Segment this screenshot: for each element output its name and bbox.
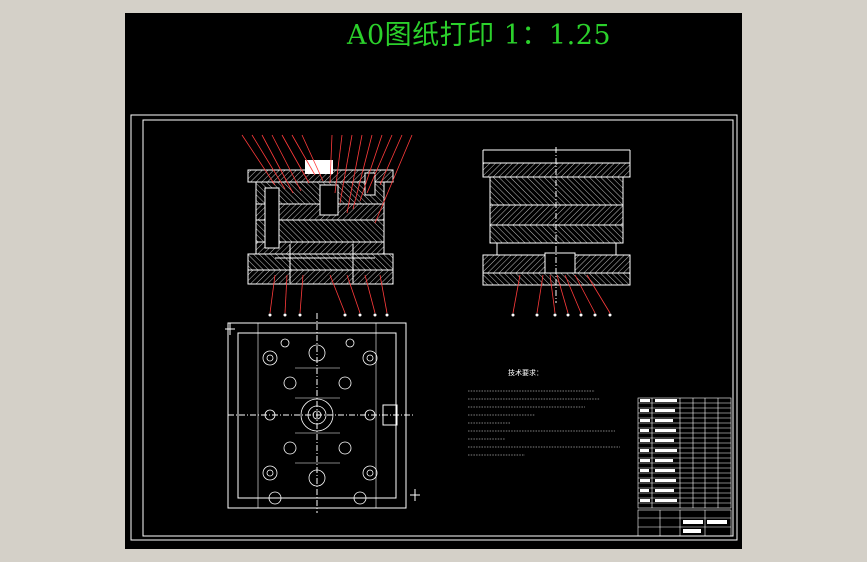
plan-view: [225, 313, 420, 513]
parts-list-table: [637, 397, 732, 509]
notes-heading: 技术要求：: [508, 368, 543, 377]
inner-border: [142, 119, 734, 537]
side-section-view: [482, 147, 631, 317]
mold-assembly-drawing: 技术要求：: [130, 114, 738, 541]
outer-border: [130, 114, 738, 541]
technical-notes: 技术要求：: [468, 368, 620, 456]
cad-viewport[interactable]: A0图纸打印 1：1.25 技术要求：: [125, 13, 742, 549]
table-glyph-marks: [640, 399, 727, 533]
front-section-view: [241, 134, 413, 317]
